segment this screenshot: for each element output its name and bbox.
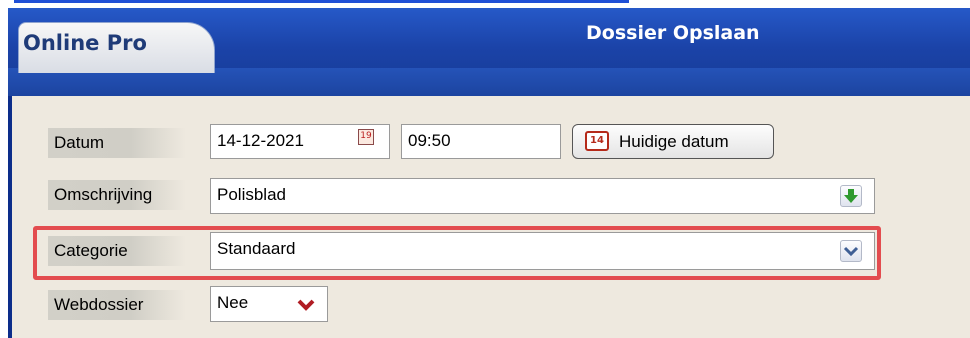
webdossier-label: Webdossier — [48, 290, 186, 320]
app-tab-label: Online Pro — [23, 31, 147, 55]
calendar-icon-button: 14 — [585, 131, 609, 151]
webdossier-dropdown-button[interactable] — [294, 292, 318, 316]
date-value: 14-12-2021 — [217, 131, 304, 150]
omschrijving-dropdown-button[interactable] — [840, 185, 862, 207]
webdossier-value: Nee — [217, 293, 249, 312]
window — [8, 8, 970, 338]
calendar-icon[interactable]: 19 — [358, 129, 374, 145]
current-date-button-label: Huidige datum — [619, 132, 729, 151]
current-date-button[interactable]: 14 Huidige datum — [572, 124, 774, 159]
chevron-down-icon — [297, 299, 315, 311]
time-input[interactable]: 09:50 — [401, 124, 561, 159]
omschrijving-value: Polisblad — [217, 185, 286, 204]
datum-label: Datum — [48, 128, 186, 158]
green-arrow-down-icon — [844, 189, 858, 203]
omschrijving-input[interactable]: Polisblad — [210, 178, 875, 214]
omschrijving-label: Omschrijving — [48, 180, 186, 210]
time-value: 09:50 — [408, 131, 451, 150]
categorie-highlight-box — [33, 226, 881, 280]
page-title: Dossier Opslaan — [586, 22, 760, 44]
top-accent-line — [14, 0, 629, 3]
